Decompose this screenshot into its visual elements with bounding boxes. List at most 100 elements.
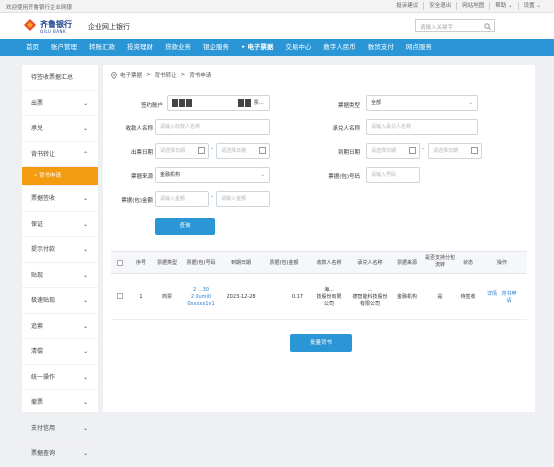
select-all-checkbox[interactable] [117, 260, 123, 266]
acceptor-input[interactable]: 请输入承兑人名称 [366, 119, 478, 135]
cell-index: 1 [139, 294, 143, 300]
link-settings[interactable]: 设置 ⌄ [517, 2, 546, 10]
issue-date-end[interactable]: 请选择日期 [216, 143, 270, 159]
bill-table: 序号 票据类型 票据(包)号码 到期日期 票据(包)金额 收款人名称 承兑人名称… [111, 251, 527, 320]
masked-block [179, 98, 185, 107]
chevron-down-icon: ⌄ [82, 348, 88, 355]
main-nav: 首页 账户管理 转账汇款 投资理财 贷款业务 银企服务 • 电子票据 交易中心 … [0, 39, 554, 56]
payee-input[interactable]: 请输入收款人名称 [155, 119, 270, 135]
top-utility-bar: 欢迎使用齐鲁银行企业网银 投诉建议 安全退出 网站地图 帮助 ⌄ 设置 ⌄ [0, 0, 554, 13]
nav-e-bill[interactable]: • 电子票据 [235, 39, 279, 56]
nav-loan[interactable]: 贷款业务 [159, 39, 197, 56]
sidebar-item-label: 撤票 [31, 399, 44, 406]
nav-trade-center[interactable]: 交易中心 [279, 39, 317, 56]
sidebar-item-bill-sign[interactable]: 票据签收 ⌄ [22, 186, 98, 212]
chevron-down-icon: ⌄ [468, 100, 473, 106]
breadcrumb-endorse-transfer[interactable]: 背书转让 [155, 71, 177, 79]
nav-invest[interactable]: 投资理财 [121, 39, 159, 56]
amount-max-input[interactable]: 请输入金额 [216, 191, 270, 207]
payee-placeholder: 请输入收款人名称 [160, 124, 201, 130]
endorse-apply-link[interactable]: 背书申请 [500, 291, 518, 305]
link-logout[interactable]: 安全退出 [423, 2, 456, 10]
link-sitemap[interactable]: 网站地图 [456, 2, 489, 10]
chevron-down-icon: ⌄ [82, 246, 88, 253]
nav-transfer[interactable]: 转账汇款 [83, 39, 121, 56]
nav-branch[interactable]: 网点服务 [400, 39, 438, 56]
detail-link[interactable]: 详情 [485, 291, 499, 298]
due-date-start[interactable]: 请选择日期 [366, 143, 420, 159]
link-help[interactable]: 帮助 ⌄ [489, 2, 517, 10]
batch-endorse-button[interactable]: 批量背书 [290, 334, 352, 352]
calendar-icon[interactable] [409, 147, 416, 154]
calendar-icon[interactable] [471, 147, 478, 154]
search-input[interactable]: 请输入关键字 [415, 19, 495, 32]
location-pin-icon [111, 71, 117, 79]
search-icon[interactable] [484, 23, 491, 30]
col-type: 票据类型 [156, 260, 177, 266]
sidebar-item-unified-ops[interactable]: 统一操作 ⌄ [22, 365, 98, 390]
breadcrumb-endorse-apply: 背书申请 [189, 73, 212, 79]
due-date-end[interactable]: 请选择日期 [428, 143, 482, 159]
amount-min-input[interactable]: 请输入金额 [155, 191, 209, 207]
sidebar-item-fast-discount[interactable]: 极速贴现 ⌄ [22, 288, 98, 314]
col-index: 序号 [135, 260, 146, 266]
breadcrumb-ebill[interactable]: 电子票据 [120, 71, 142, 79]
nav-trade-pay[interactable]: 数贸支付 [362, 39, 400, 56]
sidebar-item-label: 承兑 [31, 125, 44, 132]
sidebar-item-label: 贴现 [31, 271, 44, 279]
chevron-down-icon: ⌄ [82, 450, 88, 457]
brand-bar: 齐鲁银行 QILU BANK 企业网上银行 请输入关键字 [0, 13, 554, 39]
cell-bill-no[interactable]: 2 ...30 2 ilumi0 0xxxxx1v1 [181, 287, 221, 308]
sidebar-item-issue[interactable]: 出票 ⌄ [22, 91, 98, 116]
sidebar-item-guarantee[interactable]: 保证 ⌄ [22, 212, 98, 237]
sidebar-item-discount[interactable]: 贴现 ⌄ [22, 263, 98, 288]
nav-bank-enterprise[interactable]: 银企服务 [197, 39, 235, 56]
date-placeholder: 请选择日期 [160, 148, 186, 154]
breadcrumb-sep: > [146, 72, 151, 78]
bill-type-select[interactable]: 全部 ⌄ [366, 95, 478, 111]
row-checkbox[interactable] [117, 293, 123, 299]
sidebar-item-payment-prompt[interactable]: 提示付款 ⌄ [22, 237, 98, 263]
sidebar-item-acceptance[interactable]: 承兑 ⌄ [22, 116, 98, 142]
sidebar-item-recourse[interactable]: 追索 ⌄ [22, 314, 98, 339]
bill-no-placeholder: 请输入号码 [371, 172, 397, 178]
bank-logo-icon [24, 19, 36, 31]
sidebar-item-settlement[interactable]: 清偿 ⌄ [22, 339, 98, 365]
cell-acceptor: ... 德智能科技股份 有限公司 [352, 287, 388, 307]
masked-block [172, 98, 178, 107]
calendar-icon[interactable] [259, 147, 266, 154]
account-select[interactable]: 票... [167, 95, 270, 111]
bill-type-value: 全部 [371, 100, 382, 106]
sidebar-item-label: 支付信用 [31, 424, 56, 432]
welcome-text: 欢迎使用齐鲁银行企业网银 [6, 5, 73, 11]
chevron-down-icon: ⌄ [82, 99, 88, 107]
link-feedback[interactable]: 投诉建议 [391, 2, 423, 10]
site-title: 企业网上银行 [88, 23, 130, 31]
source-select[interactable]: 金融机构 ⌄ [155, 167, 270, 183]
calendar-icon[interactable] [198, 147, 205, 154]
chevron-down-icon: ⌄ [82, 271, 88, 279]
sidebar-item-label: 清偿 [31, 348, 44, 355]
date-placeholder: 请选择日期 [433, 148, 459, 154]
col-amount: 票据(包)金额 [269, 260, 299, 266]
account-value: 票... [253, 100, 264, 106]
cell-type: 商票 [161, 294, 172, 300]
nav-account[interactable]: 账户管理 [45, 39, 83, 56]
query-button[interactable]: 查询 [155, 218, 215, 235]
sidebar-item-label: 背书转让 [31, 150, 56, 158]
issue-date-start[interactable]: 请选择日期 [155, 143, 209, 159]
utility-links: 投诉建议 安全退出 网站地图 帮助 ⌄ 设置 ⌄ [391, 2, 546, 10]
bill-no-input[interactable]: 请输入号码 [366, 167, 420, 183]
col-acceptor: 承兑人名称 [357, 260, 383, 266]
col-status: 状态 [462, 260, 473, 266]
source-value: 金融机构 [160, 172, 181, 178]
payee-label: 收款人名称 [125, 126, 153, 132]
nav-digital-rmb[interactable]: 数字人民币 [317, 39, 362, 56]
nav-home[interactable]: 首页 [20, 39, 45, 56]
sidebar-item-endorse-transfer[interactable]: 背书转让 ⌃ [22, 142, 98, 167]
sidebar-item-pay-credit[interactable]: 支付信用 ⌄ [22, 416, 98, 441]
sidebar-item-bill-query[interactable]: 票据查询 ⌄ [22, 441, 98, 467]
sidebar-item-endorse-apply[interactable]: • 背书申请 [22, 167, 98, 186]
sidebar-item-pending-summary[interactable]: 待签收票据汇总 [22, 65, 98, 91]
amount-placeholder: 请输入金额 [221, 196, 247, 202]
